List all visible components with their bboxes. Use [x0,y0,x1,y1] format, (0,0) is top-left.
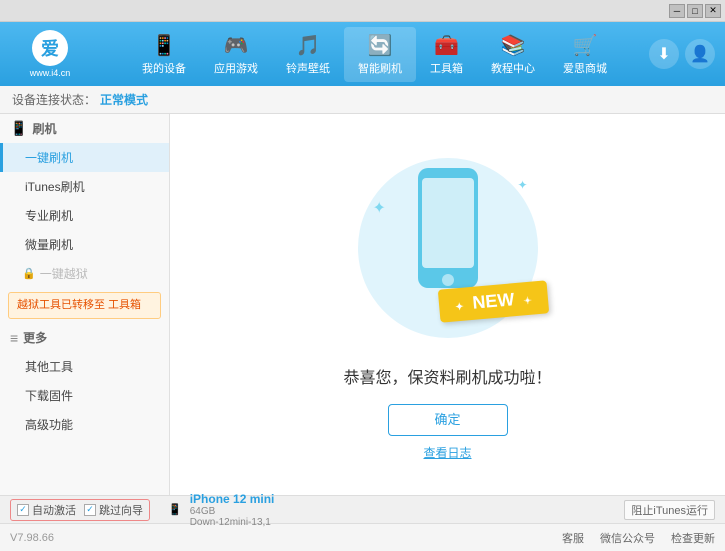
checkbox-auto-start[interactable]: ✓ 自动激活 [17,502,76,518]
header: 爱 www.i4.cn 📱 我的设备 🎮 应用游戏 🎵 铃声壁纸 🔄 智能刷机 … [0,22,725,86]
nav-item-ringtones[interactable]: 🎵 铃声壁纸 [272,27,344,82]
main-content: ✦ ✦ NEW 恭喜您，保资料刷机成功啦！ 确定 查看日志 [170,114,725,495]
sidebar-section-more: ≡ 更多 [0,323,169,352]
status-label: 设备连接状态： [12,91,96,108]
checkbox-skip-wizard-box[interactable]: ✓ [84,504,96,516]
sparkle-tl: ✦ [373,198,386,218]
footer-link-update[interactable]: 检查更新 [671,530,715,546]
checkbox-skip-wizard-label: 跳过向导 [99,502,143,518]
lock-icon: 🔒 [22,267,36,280]
sidebar-section-flash-label: 刷机 [32,120,56,137]
sidebar-item-pro-flash[interactable]: 专业刷机 [0,201,169,230]
more-section-icon: ≡ [10,330,18,346]
log-link[interactable]: 查看日志 [423,444,471,461]
sidebar-item-itunes-flash[interactable]: iTunes刷机 [0,172,169,201]
title-bar: ─ □ ✕ [0,0,725,22]
content-area: 📱 刷机 一键刷机 iTunes刷机 专业刷机 微量刷机 🔒 一键越狱 越狱工具… [0,114,725,495]
status-bar: 设备连接状态： 正常模式 [0,86,725,114]
nav-item-toolbox[interactable]: 🧰 工具箱 [416,27,477,82]
sidebar-item-micro-flash[interactable]: 微量刷机 [0,230,169,259]
download-button[interactable]: ⬇ [649,39,679,69]
logo-url: www.i4.cn [30,68,71,78]
nav-label-ringtones: 铃声壁纸 [286,60,330,76]
device-name: iPhone 12 mini [190,492,275,506]
checkbox-auto-start-box[interactable]: ✓ [17,504,29,516]
sidebar-section-flash: 📱 刷机 [0,114,169,143]
phone-svg [413,168,483,298]
nav-item-store[interactable]: 🛒 爱思商城 [549,27,621,82]
nav-label-my-device: 我的设备 [142,60,186,76]
footer-link-wechat[interactable]: 微信公众号 [600,530,655,546]
device-storage: 64GB [190,506,275,517]
ringtones-icon: 🎵 [296,33,321,58]
flash-section-icon: 📱 [10,120,27,137]
nav-items: 📱 我的设备 🎮 应用游戏 🎵 铃声壁纸 🔄 智能刷机 🧰 工具箱 📚 教程中心… [100,27,649,82]
nav-item-smart-flash[interactable]: 🔄 智能刷机 [344,27,416,82]
sidebar-item-other-tools[interactable]: 其他工具 [0,352,169,381]
toolbox-icon: 🧰 [434,33,459,58]
logo-icon: 爱 [32,30,68,66]
apps-games-icon: 🎮 [224,33,249,58]
sidebar-item-one-key-flash[interactable]: 一键刷机 [0,143,169,172]
nav-item-tutorials[interactable]: 📚 教程中心 [477,27,549,82]
sidebar: 📱 刷机 一键刷机 iTunes刷机 专业刷机 微量刷机 🔒 一键越狱 越狱工具… [0,114,170,495]
sidebar-item-one-key-restore: 🔒 一键越狱 [0,259,169,288]
smart-flash-icon: 🔄 [368,33,393,58]
nav-label-toolbox: 工具箱 [430,60,463,76]
user-button[interactable]: 👤 [685,39,715,69]
footer-link-support[interactable]: 客服 [562,530,584,546]
sidebar-item-advanced[interactable]: 高级功能 [0,410,169,439]
nav-label-apps-games: 应用游戏 [214,60,258,76]
tutorials-icon: 📚 [501,33,526,58]
sidebar-item-download-firmware[interactable]: 下载固件 [0,381,169,410]
nav-item-my-device[interactable]: 📱 我的设备 [128,27,200,82]
checkbox-skip-wizard[interactable]: ✓ 跳过向导 [84,502,143,518]
device-model: Down-12mini-13,1 [190,517,275,528]
device-bar: ✓ 自动激活 ✓ 跳过向导 📱 iPhone 12 mini 64GB Down… [0,495,725,523]
sidebar-warning-box: 越狱工具已转移至 工具箱 [8,292,161,319]
nav-label-store: 爱思商城 [563,60,607,76]
checkbox-auto-start-label: 自动激活 [32,502,76,518]
nav-label-tutorials: 教程中心 [491,60,535,76]
nav-label-smart-flash: 智能刷机 [358,60,402,76]
phone-illustration: ✦ ✦ NEW [348,148,548,348]
device-info: iPhone 12 mini 64GB Down-12mini-13,1 [190,492,275,528]
store-icon: 🛒 [573,33,598,58]
device-phone-icon: 📱 [168,503,182,516]
footer: V7.98.66 客服 微信公众号 检查更新 [0,523,725,551]
maximize-button[interactable]: □ [687,4,703,18]
my-device-icon: 📱 [152,33,177,58]
success-message: 恭喜您，保资料刷机成功啦！ [343,364,551,388]
confirm-button[interactable]: 确定 [388,404,508,436]
close-button[interactable]: ✕ [705,4,721,18]
minimize-button[interactable]: ─ [669,4,685,18]
sparkle-tr: ✦ [517,178,527,192]
status-value: 正常模式 [100,91,148,108]
version-text: V7.98.66 [10,532,54,544]
sidebar-section-more-label: 更多 [23,329,47,346]
nav-item-apps-games[interactable]: 🎮 应用游戏 [200,27,272,82]
logo-area: 爱 www.i4.cn [10,30,90,78]
checkboxes-container: ✓ 自动激活 ✓ 跳过向导 [10,499,150,521]
nav-right: ⬇ 👤 [649,39,715,69]
itunes-button[interactable]: 阻止iTunes运行 [624,500,715,520]
